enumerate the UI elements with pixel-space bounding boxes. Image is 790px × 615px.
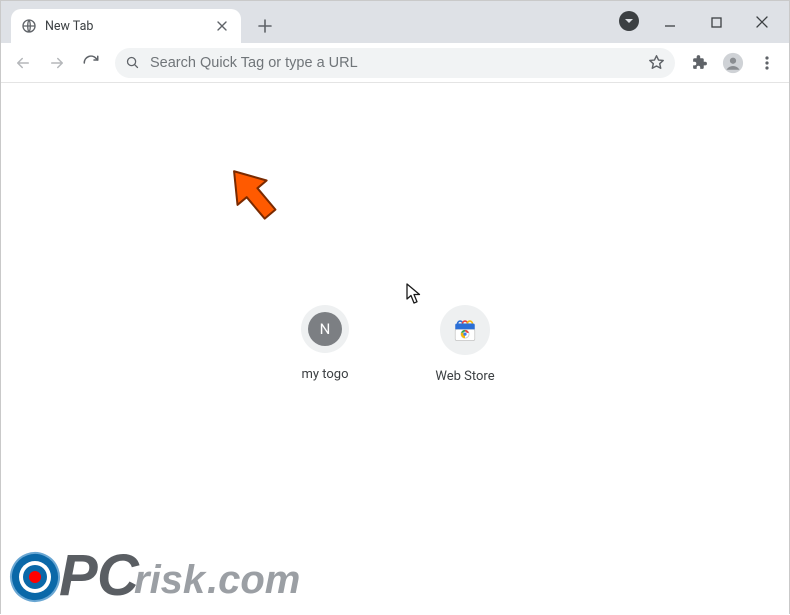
maximize-button[interactable]	[693, 6, 739, 38]
webstore-icon	[440, 305, 490, 355]
window-controls	[647, 1, 785, 43]
tab-close-icon[interactable]	[213, 17, 231, 35]
svg-text:P: P	[59, 543, 98, 608]
reload-button[interactable]	[75, 47, 107, 79]
shortcut-tile[interactable]: N my togo	[280, 305, 370, 384]
shortcut-label: Web Store	[435, 369, 494, 384]
forward-button[interactable]	[41, 47, 73, 79]
omnibox[interactable]	[115, 48, 675, 78]
tab-strip: New Tab	[1, 1, 789, 43]
menu-button[interactable]	[751, 47, 783, 79]
account-chip-icon[interactable]	[619, 11, 639, 31]
browser-tab[interactable]: New Tab	[11, 9, 241, 43]
watermark: P C risk .com PCrisk.com	[9, 531, 319, 609]
profile-button[interactable]	[717, 47, 749, 79]
back-button[interactable]	[7, 47, 39, 79]
annotation-arrow-icon	[219, 160, 289, 234]
shortcut-tile[interactable]: Web Store	[420, 305, 510, 384]
shortcut-row: N my togo Web Stor	[280, 305, 510, 384]
shortcut-label: my togo	[301, 367, 348, 382]
search-icon	[125, 55, 140, 70]
bookmark-star-icon[interactable]	[648, 54, 665, 71]
toolbar	[1, 43, 789, 83]
extensions-button[interactable]	[683, 47, 715, 79]
shortcut-letter: N	[308, 312, 342, 346]
globe-icon	[21, 18, 37, 34]
address-input[interactable]	[150, 55, 638, 71]
new-tab-page: N my togo Web Stor	[1, 83, 789, 615]
shortcut-icon: N	[301, 305, 349, 353]
svg-text:risk: risk	[134, 558, 207, 602]
tab-title: New Tab	[45, 19, 205, 34]
window-close-button[interactable]	[739, 6, 785, 38]
svg-text:.com: .com	[207, 558, 300, 602]
minimize-button[interactable]	[647, 6, 693, 38]
new-tab-button[interactable]	[251, 12, 279, 40]
